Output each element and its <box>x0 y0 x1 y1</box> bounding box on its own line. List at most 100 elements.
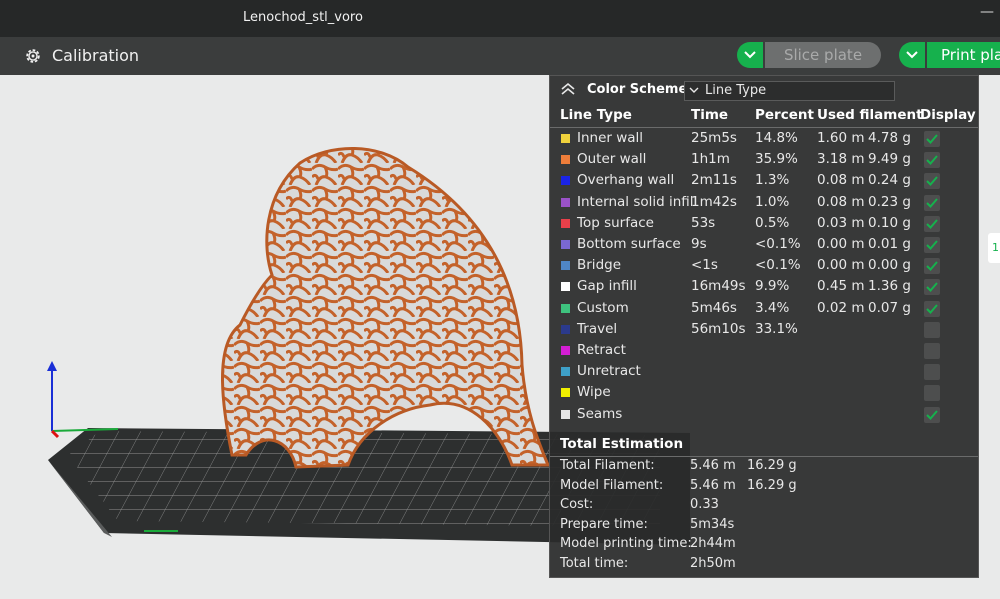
legend-row: Retract <box>550 340 978 361</box>
line-type-weight: 0.24 g <box>868 172 911 189</box>
line-type-time: 5m46s <box>691 299 737 316</box>
line-type-weight: 0.10 g <box>868 214 911 231</box>
line-type-name: Bridge <box>577 257 622 274</box>
total-label: Total Filament: <box>560 458 655 473</box>
legend-row: Unretract <box>550 361 978 382</box>
line-type-name: Unretract <box>577 363 641 380</box>
slice-plate-button[interactable]: Slice plate <box>763 42 881 68</box>
collapse-icon[interactable] <box>560 82 576 96</box>
total-value-secondary: 16.29 g <box>747 477 797 493</box>
slice-dropdown-button[interactable] <box>737 42 763 68</box>
line-type-time: 2m11s <box>691 172 737 189</box>
total-label: Prepare time: <box>560 516 648 532</box>
display-checkbox[interactable] <box>924 343 940 359</box>
line-type-weight: 0.07 g <box>868 299 911 316</box>
line-type-time: <1s <box>691 257 718 274</box>
chevron-down-icon <box>906 51 918 59</box>
total-value: 5m34s <box>690 516 735 532</box>
line-type-name: Seams <box>577 405 623 422</box>
checkmark-icon <box>926 282 938 293</box>
display-checkbox[interactable] <box>924 300 940 317</box>
line-type-name: Overhang wall <box>577 172 675 189</box>
line-type-weight: 0.00 g <box>868 257 911 274</box>
display-checkbox[interactable] <box>924 194 940 211</box>
display-checkbox[interactable] <box>924 258 940 275</box>
total-row: Model Filament: 5.46 m 16.29 g <box>550 477 978 496</box>
chevron-down-icon <box>689 87 699 93</box>
header-display: Display <box>920 107 976 123</box>
line-type-name: Inner wall <box>577 130 644 146</box>
print-dropdown-button[interactable] <box>899 42 925 68</box>
line-type-name: Custom <box>577 299 629 316</box>
display-checkbox[interactable] <box>924 131 940 147</box>
header-used-filament: Used filament <box>817 107 923 123</box>
total-row: Total time: 2h50m <box>550 555 978 574</box>
calibration-menu[interactable]: Calibration <box>24 46 139 65</box>
total-row: Prepare time: 5m34s <box>550 516 978 535</box>
calibration-label: Calibration <box>52 46 140 65</box>
print-plate-group: Print pla <box>899 42 1000 68</box>
line-type-name: Travel <box>577 320 618 337</box>
color-swatch <box>561 134 570 143</box>
legend-row: Inner wall 25m5s 14.8% 1.60 m 4.78 g <box>550 128 978 149</box>
legend-row: Outer wall 1h1m 35.9% 3.18 m 9.49 g <box>550 149 978 170</box>
total-label: Total time: <box>560 556 629 571</box>
print-plate-button[interactable]: Print pla <box>925 42 1000 68</box>
line-type-time: 1h1m <box>691 151 730 168</box>
legend-row: Seams <box>550 404 978 425</box>
display-checkbox[interactable] <box>924 364 940 381</box>
line-type-weight: 9.49 g <box>868 151 911 168</box>
legend-row: Bridge <1s <0.1% 0.00 m 0.00 g <box>550 255 978 276</box>
color-scheme-header: Color Scheme Line Type <box>550 76 978 104</box>
total-row: Total Filament: 5.46 m 16.29 g <box>550 457 978 476</box>
line-type-weight: 0.01 g <box>868 236 911 252</box>
display-checkbox[interactable] <box>924 237 940 253</box>
line-type-percent: 1.0% <box>755 193 790 210</box>
line-type-weight: 1.36 g <box>868 278 911 295</box>
slice-plate-group: Slice plate <box>737 42 881 68</box>
legend-row: Top surface 53s 0.5% 0.03 m 0.10 g <box>550 213 978 234</box>
checkmark-icon <box>926 409 938 420</box>
minimize-button[interactable]: — <box>980 4 994 20</box>
line-type-weight: 0.23 g <box>868 193 911 210</box>
line-type-name: Outer wall <box>577 151 647 168</box>
display-checkbox[interactable] <box>924 152 940 169</box>
line-type-percent: <0.1% <box>755 257 801 274</box>
display-checkbox[interactable] <box>924 279 940 296</box>
total-row: Model printing time: 2h44m <box>550 535 978 554</box>
line-type-percent: 14.8% <box>755 130 798 146</box>
color-swatch <box>561 409 570 419</box>
line-type-length: 0.08 m <box>817 172 865 189</box>
display-checkbox[interactable] <box>924 385 940 402</box>
line-type-length: 0.00 m <box>817 257 865 274</box>
checkmark-icon <box>926 134 938 144</box>
display-checkbox[interactable] <box>924 215 940 232</box>
header-time: Time <box>691 107 729 123</box>
header-percent: Percent <box>755 107 814 123</box>
line-type-time: 16m49s <box>691 278 746 295</box>
color-scheme-select[interactable]: Line Type <box>684 81 895 101</box>
line-type-percent: 3.4% <box>755 299 790 316</box>
header-line-type: Line Type <box>560 107 632 123</box>
side-panel-tab[interactable]: 1 <box>988 233 1000 263</box>
checkmark-icon <box>926 197 938 208</box>
display-checkbox[interactable] <box>924 321 940 338</box>
color-swatch <box>561 155 570 165</box>
line-type-time: 25m5s <box>691 130 737 146</box>
line-type-percent: 0.5% <box>755 214 790 231</box>
display-checkbox[interactable] <box>924 406 940 423</box>
line-type-name: Internal solid infill <box>577 193 698 210</box>
line-type-name: Retract <box>577 342 626 358</box>
color-swatch <box>561 303 570 313</box>
legend-row: Bottom surface 9s <0.1% 0.00 m 0.01 g <box>550 234 978 255</box>
legend-row: Internal solid infill 1m42s 1.0% 0.08 m 0.23… <box>550 192 978 213</box>
color-swatch <box>561 197 570 207</box>
total-value: 2h44m <box>690 536 736 552</box>
line-type-name: Gap infill <box>577 278 637 295</box>
line-type-time: 1m42s <box>691 193 737 210</box>
window-title: Lenochod_stl_voro <box>243 10 363 25</box>
display-checkbox[interactable] <box>924 173 940 190</box>
legend-row: Overhang wall 2m11s 1.3% 0.08 m 0.24 g <box>550 170 978 191</box>
legend-row: Wipe <box>550 382 978 403</box>
color-swatch <box>561 240 570 249</box>
